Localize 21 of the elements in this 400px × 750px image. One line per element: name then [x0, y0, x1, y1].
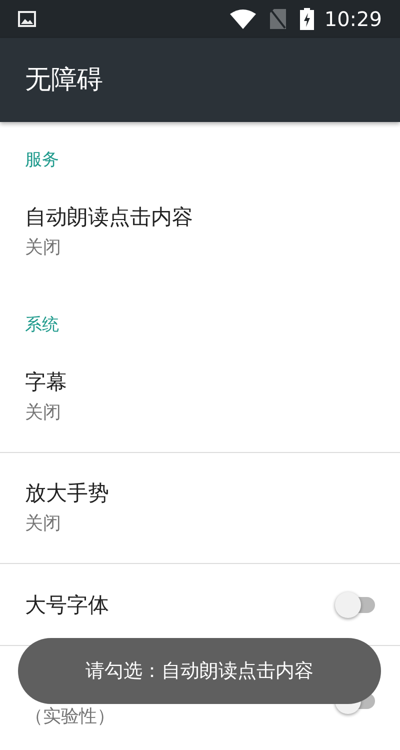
section-header: 系统 [25, 315, 59, 335]
toggle-switch[interactable] [335, 592, 375, 618]
clock: 10:29 [324, 6, 382, 33]
settings-item[interactable]: 放大手势 关闭 [0, 452, 400, 563]
item-summary: （实验性） [25, 705, 115, 729]
item-title: 自动朗读点击内容 [25, 204, 193, 230]
item-summary: 关闭 [25, 512, 62, 536]
item-title: 大号字体 [25, 592, 109, 618]
settings-item[interactable]: 字幕 关闭 [0, 341, 400, 452]
image-icon [18, 11, 36, 27]
section-header: 服务 [25, 150, 59, 170]
toast-message: 请勾选：自动朗读点击内容 [86, 658, 314, 684]
battery-charging-icon [300, 8, 314, 30]
item-summary: 关闭 [25, 400, 62, 424]
settings-item[interactable]: 自动朗读点击内容 关闭 [0, 176, 400, 287]
app-bar-title: 无障碍 [25, 64, 103, 96]
item-title: 放大手势 [25, 480, 109, 506]
no-sim-icon [270, 9, 286, 29]
item-title: 字幕 [25, 368, 67, 394]
item-summary: 关闭 [25, 236, 62, 260]
wifi-icon [230, 9, 256, 29]
